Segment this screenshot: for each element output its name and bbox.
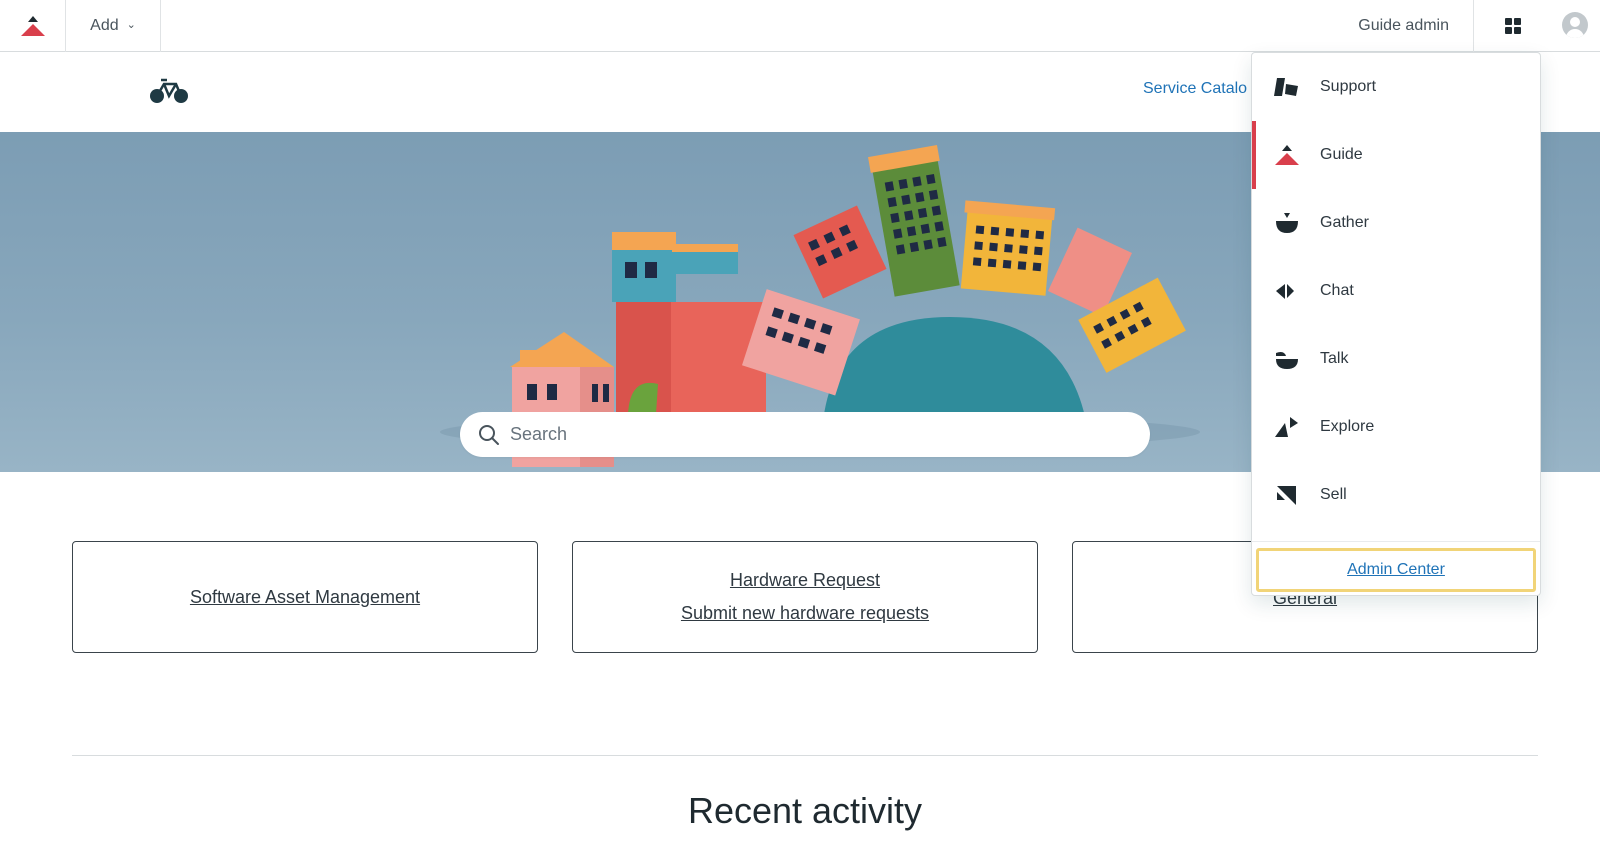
- talk-icon: [1276, 352, 1298, 369]
- support-icon: [1274, 78, 1298, 96]
- gather-icon: [1276, 213, 1298, 233]
- guide-admin-link[interactable]: Guide admin: [1334, 0, 1474, 52]
- menu-item-explore[interactable]: Explore: [1252, 393, 1540, 461]
- admin-topbar: Add ⌄ Guide admin: [0, 0, 1600, 52]
- bicycle-logo-icon[interactable]: [148, 76, 190, 111]
- menu-divider: [1252, 541, 1540, 542]
- chat-icon: [1276, 284, 1294, 299]
- guide-icon: [1275, 145, 1299, 165]
- category-description[interactable]: Submit new hardware requests: [681, 603, 929, 624]
- menu-item-chat[interactable]: Chat: [1252, 257, 1540, 325]
- search-icon: [479, 424, 499, 445]
- menu-item-guide[interactable]: Guide: [1252, 121, 1540, 189]
- zendesk-guide-logo-icon[interactable]: [0, 0, 66, 52]
- search-input[interactable]: [510, 424, 1110, 445]
- menu-item-label: Talk: [1320, 350, 1349, 367]
- product-tray-icon[interactable]: [1474, 0, 1552, 52]
- menu-item-label: Guide: [1320, 146, 1363, 163]
- menu-item-label: Gather: [1320, 214, 1369, 231]
- menu-item-label: Chat: [1320, 282, 1354, 299]
- service-catalog-link[interactable]: Service Catalo: [1143, 80, 1247, 98]
- menu-item-talk[interactable]: Talk: [1252, 325, 1540, 393]
- category-title[interactable]: Hardware Request: [730, 570, 880, 591]
- menu-item-label: Support: [1320, 78, 1377, 95]
- product-tray-menu: Support Guide Gather Chat Talk Explore S…: [1251, 52, 1541, 596]
- menu-item-support[interactable]: Support: [1252, 53, 1540, 121]
- menu-item-label: Sell: [1320, 486, 1347, 503]
- add-menu-button[interactable]: Add ⌄: [66, 0, 161, 52]
- add-label: Add: [90, 16, 119, 34]
- explore-icon: [1275, 417, 1298, 437]
- menu-item-sell[interactable]: Sell: [1252, 461, 1540, 529]
- chevron-down-icon: ⌄: [126, 19, 136, 31]
- sell-icon: [1277, 486, 1296, 505]
- recent-activity-heading: Recent activity: [687, 790, 923, 831]
- menu-item-gather[interactable]: Gather: [1252, 189, 1540, 257]
- user-avatar-icon[interactable]: [1562, 12, 1588, 38]
- admin-center-highlight: Admin Center: [1256, 548, 1536, 592]
- admin-center-link[interactable]: Admin Center: [1347, 561, 1445, 579]
- section-divider: [72, 755, 1538, 756]
- category-block[interactable]: Hardware Request Submit new hardware req…: [572, 541, 1038, 653]
- search-field[interactable]: [460, 412, 1150, 457]
- category-title[interactable]: Software Asset Management: [190, 587, 420, 608]
- menu-item-label: Explore: [1320, 418, 1375, 435]
- category-block[interactable]: Software Asset Management: [72, 541, 538, 653]
